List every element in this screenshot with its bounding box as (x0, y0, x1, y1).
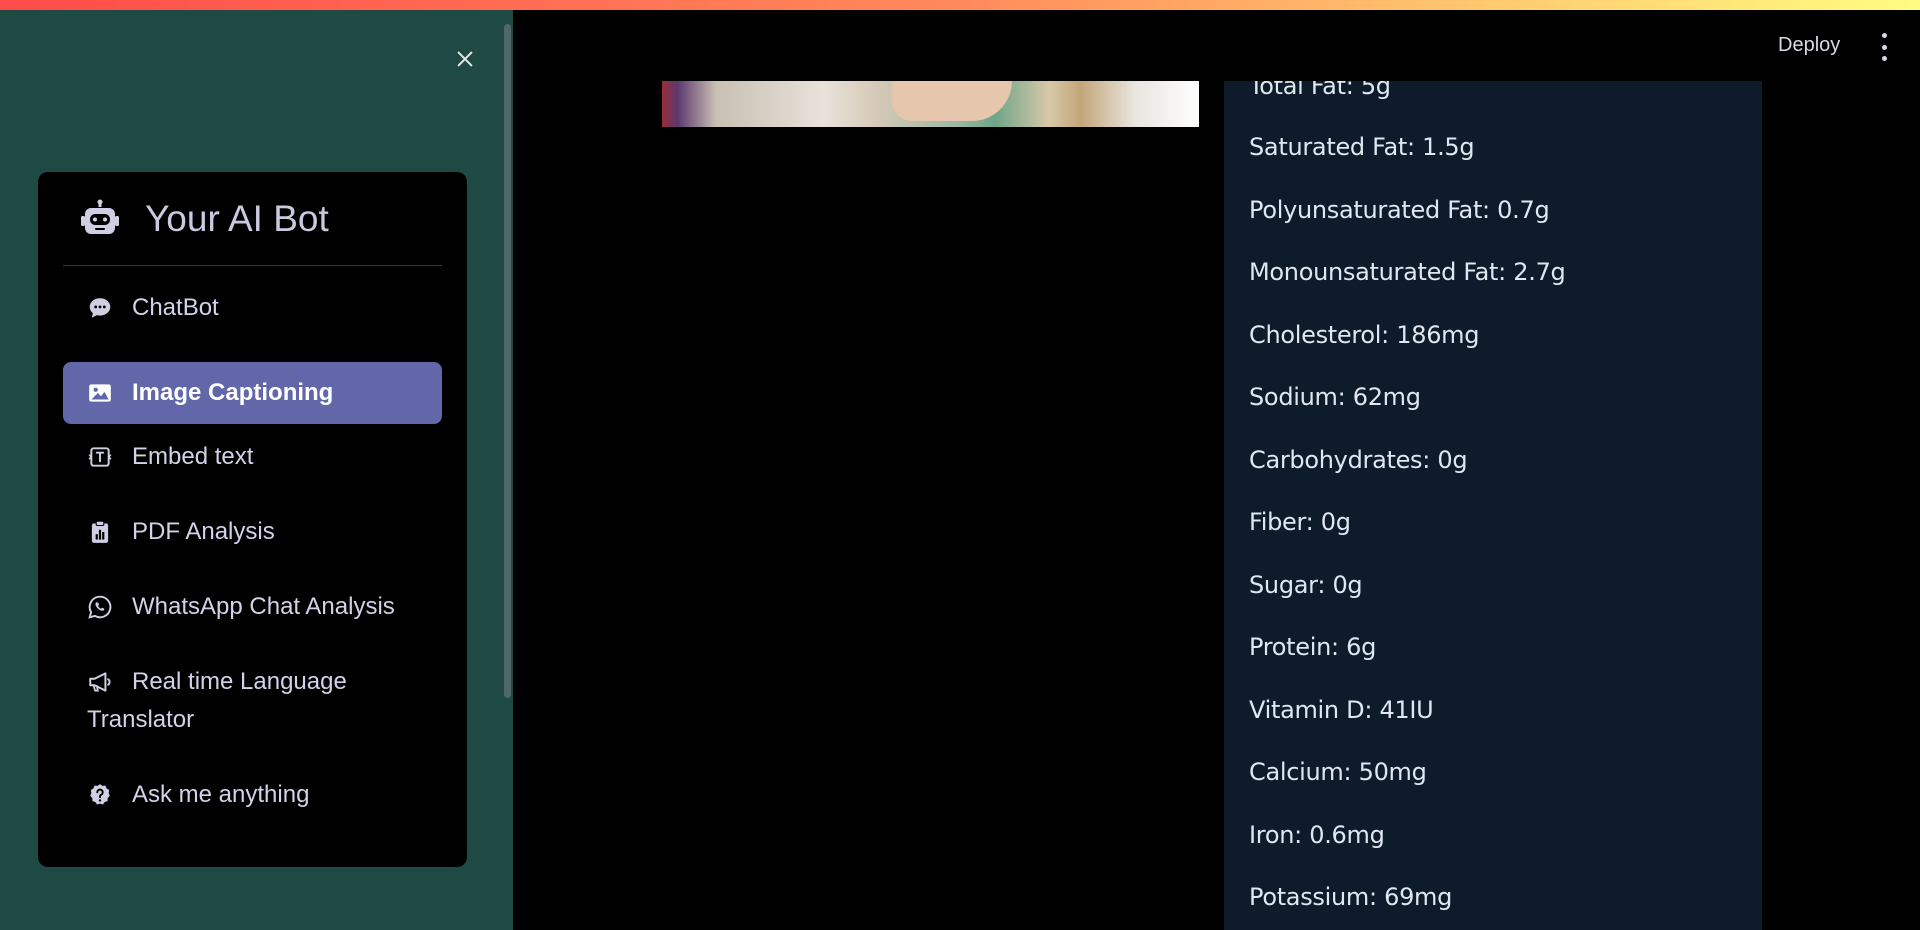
clipboard-chart-icon (87, 513, 115, 551)
sidebar-item-ask-me-anything[interactable]: Ask me anything (63, 776, 442, 814)
text-embed-icon (87, 438, 115, 476)
sidebar-item-pdf-analysis[interactable]: PDF Analysis (63, 513, 442, 551)
nutrient-line: Cholesterol: 186mg (1249, 321, 1480, 349)
nutrient-line: Saturated Fat: 1.5g (1249, 133, 1475, 161)
sidebar-item-label: PDF Analysis (132, 518, 275, 545)
main-menu-button[interactable] (1876, 33, 1892, 61)
nutrition-info-panel: Total Fat: 5g Saturated Fat: 1.5g Polyun… (1224, 81, 1762, 930)
menu-header: Your AI Bot (63, 172, 442, 266)
sidebar-item-embed-text[interactable]: Embed text (63, 438, 442, 476)
sidebar-item-label: Real time Language Translator (87, 668, 347, 733)
nutrient-line: Potassium: 69mg (1249, 883, 1453, 911)
nutrient-line: Sugar: 0g (1249, 571, 1363, 599)
close-sidebar-button[interactable] (448, 42, 482, 76)
nutrient-line: Total Fat: 5g (1249, 81, 1391, 100)
sidebar-item-whatsapp-chat-analysis[interactable]: WhatsApp Chat Analysis (63, 588, 442, 626)
robot-icon (79, 198, 121, 240)
whatsapp-icon (87, 588, 115, 626)
nutrient-line: Sodium: 62mg (1249, 383, 1421, 411)
nutrient-line: Monounsaturated Fat: 2.7g (1249, 258, 1566, 286)
nutrient-line: Fiber: 0g (1249, 508, 1351, 536)
image-content (892, 81, 1012, 121)
sidebar-item-chatbot[interactable]: ChatBot (63, 289, 442, 327)
sidebar-item-label: ChatBot (132, 294, 219, 321)
megaphone-icon (87, 663, 115, 701)
nutrient-line: Protein: 6g (1249, 633, 1377, 661)
chat-bubble-icon (87, 289, 115, 327)
deploy-button[interactable]: Deploy (1778, 34, 1840, 57)
top-decoration-bar (0, 0, 1920, 10)
sidebar-scrollbar[interactable] (504, 24, 511, 698)
sidebar-item-real-time-language-translator[interactable]: Real time Language Translator (63, 663, 442, 739)
kebab-dot (1881, 44, 1887, 50)
sidebar-item-label: WhatsApp Chat Analysis (132, 593, 395, 620)
close-icon (457, 51, 473, 67)
sidebar-item-label: Embed text (132, 443, 254, 470)
nutrient-line: Iron: 0.6mg (1249, 821, 1385, 849)
sidebar-item-label: Ask me anything (132, 781, 310, 808)
kebab-dot (1881, 33, 1887, 38)
sidebar-item-label: Image Captioning (132, 379, 334, 406)
kebab-dot (1881, 56, 1887, 61)
app-title: Your AI Bot (145, 197, 329, 239)
navigation-menu: Your AI Bot ChatBot Image Captioning Emb… (38, 172, 467, 867)
sidebar: Your AI Bot ChatBot Image Captioning Emb… (0, 10, 513, 930)
nutrient-line: Carbohydrates: 0g (1249, 446, 1468, 474)
nutrient-line: Calcium: 50mg (1249, 758, 1427, 786)
nutrient-line: Vitamin D: 41IU (1249, 696, 1434, 724)
nutrient-line: Polyunsaturated Fat: 0.7g (1249, 196, 1550, 224)
sidebar-item-image-captioning[interactable]: Image Captioning (63, 362, 442, 424)
question-badge-icon (87, 776, 115, 814)
uploaded-image (662, 81, 1199, 127)
image-icon (87, 374, 115, 412)
